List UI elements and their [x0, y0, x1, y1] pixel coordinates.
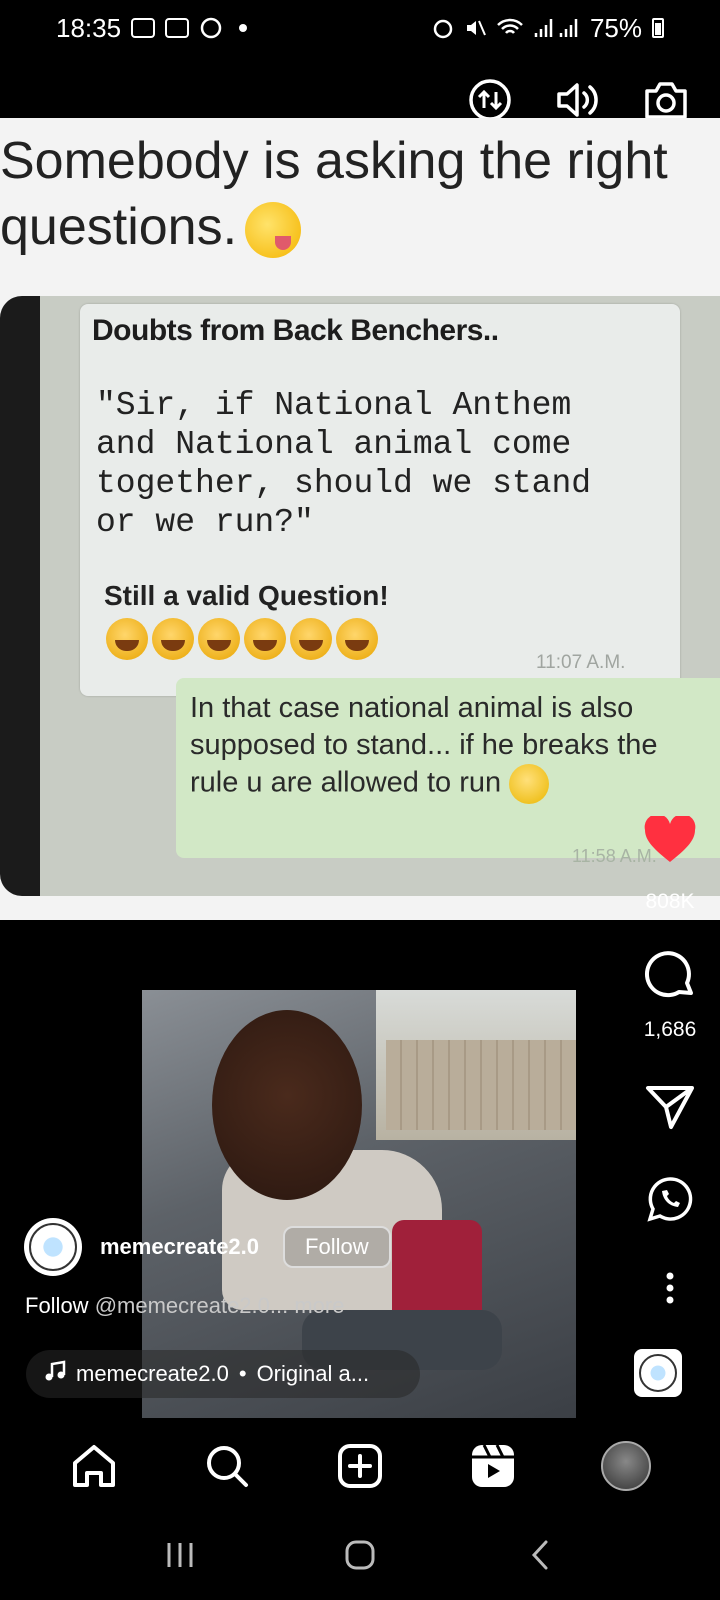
whatsapp-notification-icon: [199, 16, 223, 40]
sound-icon[interactable]: [554, 76, 602, 124]
audio-artist: memecreate2.0: [76, 1361, 229, 1386]
music-icon: [44, 1360, 66, 1388]
post-description[interactable]: Follow @memecreate2.0... more: [25, 1293, 344, 1319]
video-fence: [386, 1040, 576, 1130]
status-left: 18:35: [56, 12, 248, 44]
audio-separator: •: [238, 1361, 247, 1386]
audio-avatar[interactable]: [634, 1349, 682, 1397]
incoming-time: 11:07 A.M.: [536, 652, 626, 673]
username[interactable]: memecreate2.0: [100, 1234, 259, 1260]
description-handle: @memecreate2.0...: [94, 1293, 289, 1318]
reels-icon[interactable]: [463, 1436, 523, 1496]
heart-icon[interactable]: [643, 816, 697, 864]
back-icon[interactable]: [510, 1530, 570, 1580]
search-icon[interactable]: [197, 1436, 257, 1496]
wifi-icon: [496, 17, 524, 39]
comments-count: 1,686: [643, 1018, 697, 1041]
recents-icon[interactable]: [150, 1530, 210, 1580]
avatar-logo: [29, 1223, 77, 1271]
video-child-head: [212, 1010, 362, 1200]
yum-emoji-icon: [245, 202, 302, 259]
share-icon[interactable]: [645, 1084, 695, 1130]
bottom-nav: [0, 1430, 720, 1502]
chat-valid-text: Still a valid Question!: [104, 580, 389, 611]
caption-line-1: Somebody is asking the right: [0, 132, 668, 190]
system-nav: [0, 1520, 720, 1590]
laugh-emoji-row: [106, 618, 378, 660]
chat-quote: "Sir, if National Anthem and National an…: [96, 387, 592, 541]
status-time: 18:35: [56, 12, 122, 43]
laugh-emoji-icon: [198, 618, 240, 660]
status-bar: 18:35 75%: [0, 0, 720, 56]
alarm-icon: [432, 17, 454, 39]
chat-title: Doubts from Back Benchers..: [92, 314, 499, 347]
profile-avatar: [600, 1441, 651, 1491]
caption-line-2: questions.: [0, 194, 720, 260]
signal-icon: [534, 17, 580, 39]
follow-button[interactable]: Follow: [283, 1226, 391, 1268]
laugh-emoji-icon: [290, 618, 332, 660]
laugh-emoji-icon: [336, 618, 378, 660]
youtube-notification-icon: [131, 18, 156, 38]
more-notifications-dot: [239, 24, 248, 32]
post-caption: Somebody is asking the right questions.: [0, 128, 720, 260]
audio-track: Original a...: [256, 1361, 370, 1386]
mute-icon: [464, 17, 486, 39]
likes-count: 808K: [645, 890, 695, 913]
avatar[interactable]: [24, 1218, 82, 1276]
home-icon[interactable]: [64, 1436, 124, 1496]
description-more[interactable]: more: [294, 1293, 344, 1318]
profile-row: memecreate2.0 Follow: [24, 1218, 391, 1276]
comment-icon[interactable]: [644, 948, 696, 1000]
home-button-icon[interactable]: [330, 1530, 390, 1580]
post-image[interactable]: Somebody is asking the right questions. …: [0, 118, 720, 920]
audio-pill[interactable]: memecreate2.0 • Original a...: [26, 1350, 420, 1398]
gallery-notification-icon: [165, 18, 190, 38]
chat-reply-text: In that case national animal is also sup…: [190, 692, 658, 799]
grin-emoji-icon: [509, 764, 550, 804]
caption-line-2-text: questions.: [0, 198, 238, 256]
profile-avatar-icon[interactable]: [596, 1436, 656, 1496]
whatsapp-icon[interactable]: [647, 1176, 693, 1222]
description-prefix: Follow: [25, 1293, 89, 1318]
laugh-emoji-icon: [244, 618, 286, 660]
laugh-emoji-icon: [152, 618, 194, 660]
create-icon[interactable]: [330, 1436, 390, 1496]
audio-avatar-logo: [639, 1354, 677, 1392]
laugh-emoji-icon: [106, 618, 148, 660]
more-icon[interactable]: [665, 1272, 675, 1304]
data-saver-icon[interactable]: [466, 76, 514, 124]
